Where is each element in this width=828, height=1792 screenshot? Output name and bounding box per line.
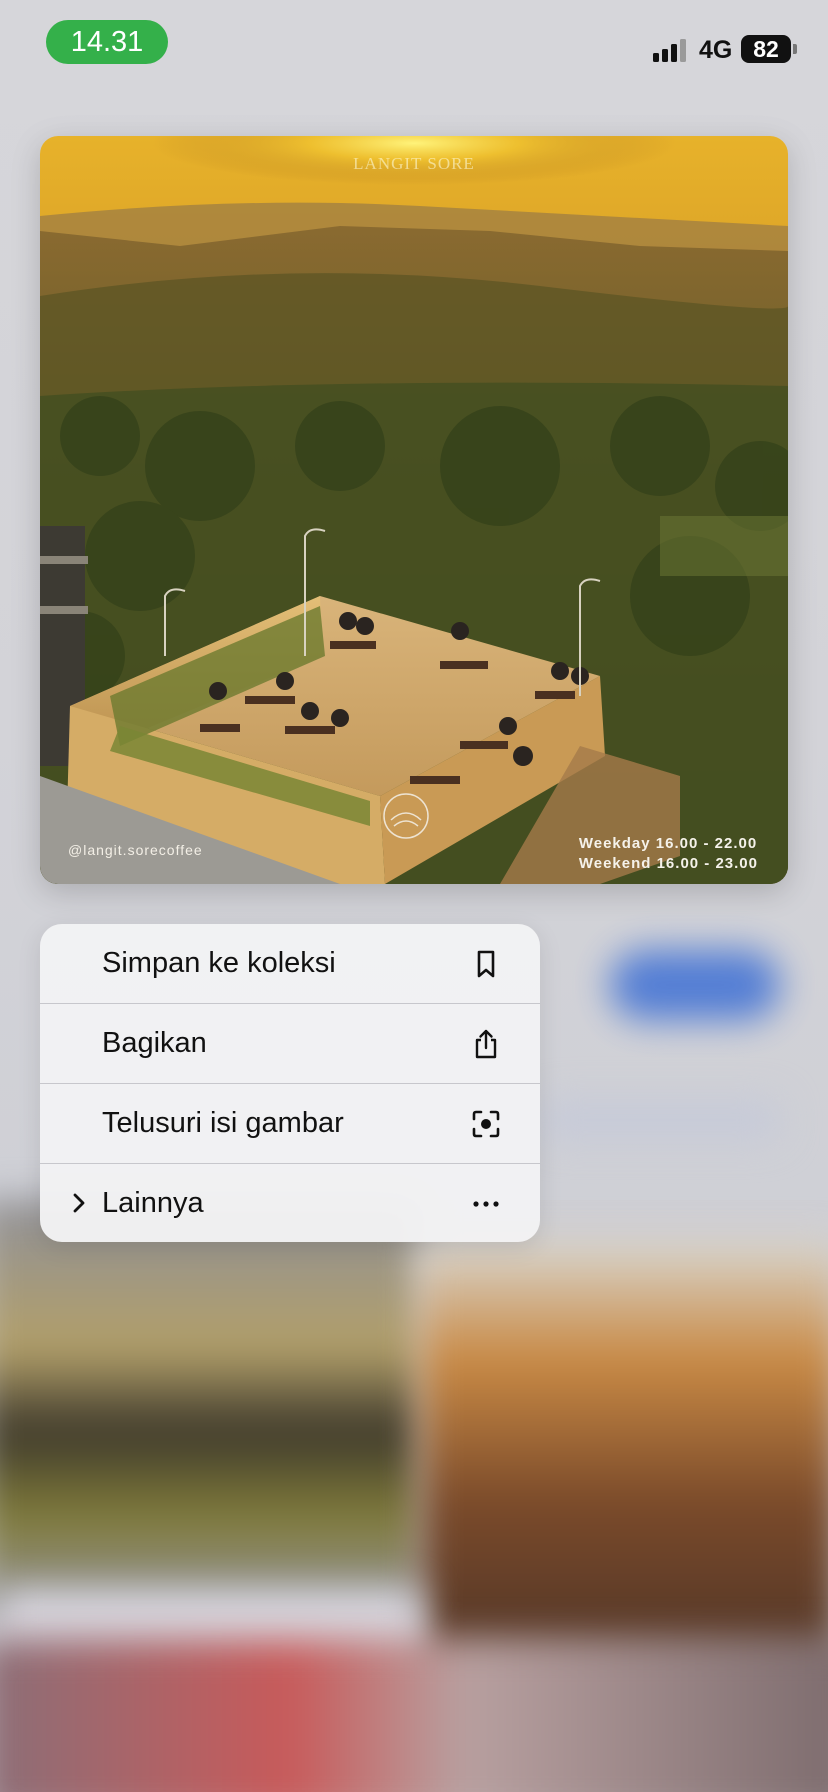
instagram-handle: @langit.sorecoffee xyxy=(68,842,203,858)
menu-item-share[interactable]: Bagikan xyxy=(40,1004,540,1084)
image-preview[interactable]: LANGIT SORE @langit.sorecoffee Weekday 1… xyxy=(40,136,788,884)
blurred-bar xyxy=(540,1100,780,1140)
context-menu: Simpan ke koleksi Bagikan Telusuri isi g… xyxy=(40,924,540,1242)
blurred-image-bottom xyxy=(0,1640,828,1792)
menu-item-label: Lainnya xyxy=(102,1187,204,1219)
menu-item-label: Bagikan xyxy=(102,1027,207,1059)
status-time[interactable]: 14.31 xyxy=(46,20,168,64)
hours-weekday: Weekday 16.00 - 22.00 xyxy=(578,835,758,852)
cellular-signal-icon xyxy=(653,38,691,62)
menu-item-label: Telusuri isi gambar xyxy=(102,1107,344,1139)
battery-cap xyxy=(793,44,797,54)
menu-item-save-to-collection[interactable]: Simpan ke koleksi xyxy=(40,924,540,1004)
battery-icon: 82 xyxy=(741,35,791,63)
blurred-button xyxy=(610,950,780,1020)
chevron-right-icon xyxy=(73,1193,85,1213)
status-bar: 14.31 4G 82 xyxy=(0,0,828,90)
network-type: 4G xyxy=(699,36,733,64)
more-icon xyxy=(473,1201,499,1207)
menu-item-more[interactable]: Lainnya xyxy=(40,1164,540,1242)
brand-watermark: LANGIT SORE xyxy=(353,154,475,173)
menu-item-label: Simpan ke koleksi xyxy=(102,947,336,979)
menu-item-visual-search[interactable]: Telusuri isi gambar xyxy=(40,1084,540,1164)
blurred-image-left xyxy=(0,1200,420,1620)
bookmark-icon xyxy=(477,950,495,978)
opening-hours: Weekday 16.00 - 22.00 Weekend 16.00 - 23… xyxy=(579,834,758,874)
share-icon xyxy=(475,1029,497,1059)
scenic-cafe-image xyxy=(40,136,788,884)
hours-weekend: Weekend 16.00 - 23.00 xyxy=(578,855,758,872)
visual-search-icon xyxy=(472,1110,500,1138)
